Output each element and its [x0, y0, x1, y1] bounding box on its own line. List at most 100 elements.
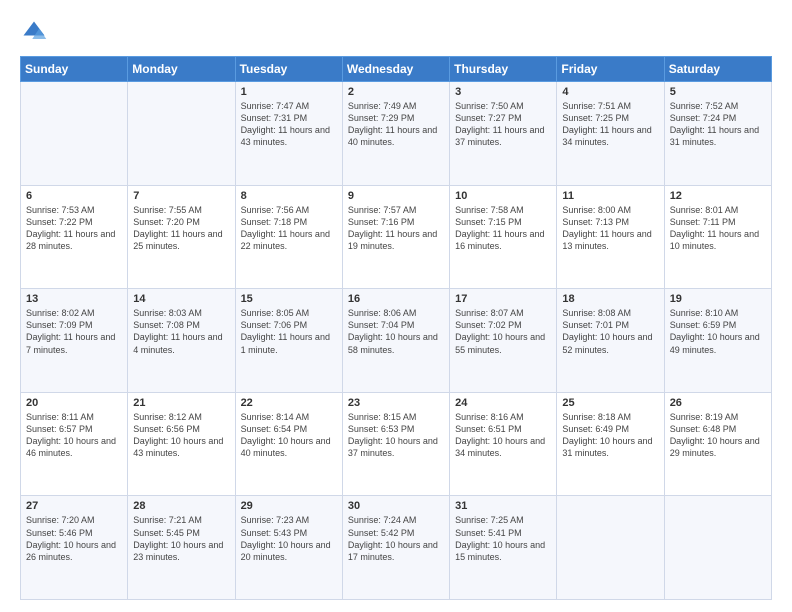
calendar-cell: 15 Sunrise: 8:05 AMSunset: 7:06 PMDayligh…	[235, 289, 342, 393]
calendar-week-row: 27 Sunrise: 7:20 AMSunset: 5:46 PMDayligh…	[21, 496, 772, 600]
calendar-cell: 21 Sunrise: 8:12 AMSunset: 6:56 PMDayligh…	[128, 392, 235, 496]
day-number: 24	[455, 397, 551, 409]
calendar-week-row: 1 Sunrise: 7:47 AMSunset: 7:31 PMDaylight…	[21, 82, 772, 186]
cell-info: Sunrise: 8:12 AMSunset: 6:56 PMDaylight:…	[133, 411, 229, 460]
day-number: 30	[348, 500, 444, 512]
cell-info: Sunrise: 8:03 AMSunset: 7:08 PMDaylight:…	[133, 307, 229, 356]
calendar-cell: 11 Sunrise: 8:00 AMSunset: 7:13 PMDayligh…	[557, 185, 664, 289]
day-number: 22	[241, 397, 337, 409]
cell-info: Sunrise: 8:02 AMSunset: 7:09 PMDaylight:…	[26, 307, 122, 356]
cell-info: Sunrise: 7:24 AMSunset: 5:42 PMDaylight:…	[348, 514, 444, 563]
calendar-cell: 3 Sunrise: 7:50 AMSunset: 7:27 PMDaylight…	[450, 82, 557, 186]
cell-info: Sunrise: 8:19 AMSunset: 6:48 PMDaylight:…	[670, 411, 766, 460]
cell-info: Sunrise: 7:47 AMSunset: 7:31 PMDaylight:…	[241, 100, 337, 149]
calendar-cell: 20 Sunrise: 8:11 AMSunset: 6:57 PMDayligh…	[21, 392, 128, 496]
calendar-cell: 18 Sunrise: 8:08 AMSunset: 7:01 PMDayligh…	[557, 289, 664, 393]
calendar-day-header-thursday: Thursday	[450, 57, 557, 82]
day-number: 28	[133, 500, 229, 512]
calendar-cell: 29 Sunrise: 7:23 AMSunset: 5:43 PMDayligh…	[235, 496, 342, 600]
cell-info: Sunrise: 7:53 AMSunset: 7:22 PMDaylight:…	[26, 204, 122, 253]
calendar-cell	[664, 496, 771, 600]
day-number: 19	[670, 293, 766, 305]
day-number: 18	[562, 293, 658, 305]
day-number: 17	[455, 293, 551, 305]
cell-info: Sunrise: 7:55 AMSunset: 7:20 PMDaylight:…	[133, 204, 229, 253]
page: SundayMondayTuesdayWednesdayThursdayFrid…	[0, 0, 792, 612]
calendar-day-header-wednesday: Wednesday	[342, 57, 449, 82]
cell-info: Sunrise: 8:07 AMSunset: 7:02 PMDaylight:…	[455, 307, 551, 356]
day-number: 31	[455, 500, 551, 512]
calendar-table: SundayMondayTuesdayWednesdayThursdayFrid…	[20, 56, 772, 600]
calendar-cell: 30 Sunrise: 7:24 AMSunset: 5:42 PMDayligh…	[342, 496, 449, 600]
day-number: 8	[241, 190, 337, 202]
day-number: 5	[670, 86, 766, 98]
day-number: 6	[26, 190, 122, 202]
calendar-cell	[557, 496, 664, 600]
cell-info: Sunrise: 7:50 AMSunset: 7:27 PMDaylight:…	[455, 100, 551, 149]
cell-info: Sunrise: 8:15 AMSunset: 6:53 PMDaylight:…	[348, 411, 444, 460]
day-number: 2	[348, 86, 444, 98]
day-number: 3	[455, 86, 551, 98]
day-number: 21	[133, 397, 229, 409]
calendar-cell: 13 Sunrise: 8:02 AMSunset: 7:09 PMDayligh…	[21, 289, 128, 393]
cell-info: Sunrise: 7:51 AMSunset: 7:25 PMDaylight:…	[562, 100, 658, 149]
cell-info: Sunrise: 8:14 AMSunset: 6:54 PMDaylight:…	[241, 411, 337, 460]
cell-info: Sunrise: 7:21 AMSunset: 5:45 PMDaylight:…	[133, 514, 229, 563]
calendar-cell: 24Sunrise: 8:16 AMSunset: 6:51 PMDayligh…	[450, 392, 557, 496]
calendar-day-header-monday: Monday	[128, 57, 235, 82]
logo-icon	[20, 18, 48, 46]
calendar-cell: 7Sunrise: 7:55 AMSunset: 7:20 PMDaylight…	[128, 185, 235, 289]
day-number: 20	[26, 397, 122, 409]
cell-info: Sunrise: 7:57 AMSunset: 7:16 PMDaylight:…	[348, 204, 444, 253]
day-number: 4	[562, 86, 658, 98]
calendar-cell: 9Sunrise: 7:57 AMSunset: 7:16 PMDaylight…	[342, 185, 449, 289]
day-number: 11	[562, 190, 658, 202]
day-number: 27	[26, 500, 122, 512]
cell-info: Sunrise: 8:08 AMSunset: 7:01 PMDaylight:…	[562, 307, 658, 356]
cell-info: Sunrise: 8:11 AMSunset: 6:57 PMDaylight:…	[26, 411, 122, 460]
calendar-cell: 31Sunrise: 7:25 AMSunset: 5:41 PMDayligh…	[450, 496, 557, 600]
day-number: 15	[241, 293, 337, 305]
calendar-cell: 4 Sunrise: 7:51 AMSunset: 7:25 PMDaylight…	[557, 82, 664, 186]
cell-info: Sunrise: 8:01 AMSunset: 7:11 PMDaylight:…	[670, 204, 766, 253]
calendar-cell: 28 Sunrise: 7:21 AMSunset: 5:45 PMDayligh…	[128, 496, 235, 600]
day-number: 23	[348, 397, 444, 409]
header	[20, 18, 772, 46]
calendar-day-header-tuesday: Tuesday	[235, 57, 342, 82]
calendar-cell: 26 Sunrise: 8:19 AMSunset: 6:48 PMDayligh…	[664, 392, 771, 496]
calendar-cell: 22 Sunrise: 8:14 AMSunset: 6:54 PMDayligh…	[235, 392, 342, 496]
day-number: 16	[348, 293, 444, 305]
calendar-day-header-saturday: Saturday	[664, 57, 771, 82]
calendar-cell: 8Sunrise: 7:56 AMSunset: 7:18 PMDaylight…	[235, 185, 342, 289]
day-number: 14	[133, 293, 229, 305]
calendar-week-row: 20 Sunrise: 8:11 AMSunset: 6:57 PMDayligh…	[21, 392, 772, 496]
day-number: 12	[670, 190, 766, 202]
cell-info: Sunrise: 8:00 AMSunset: 7:13 PMDaylight:…	[562, 204, 658, 253]
calendar-cell: 2 Sunrise: 7:49 AMSunset: 7:29 PMDaylight…	[342, 82, 449, 186]
day-number: 29	[241, 500, 337, 512]
cell-info: Sunrise: 8:05 AMSunset: 7:06 PMDaylight:…	[241, 307, 337, 356]
day-number: 10	[455, 190, 551, 202]
day-number: 26	[670, 397, 766, 409]
calendar-cell: 5Sunrise: 7:52 AMSunset: 7:24 PMDaylight…	[664, 82, 771, 186]
calendar-cell	[128, 82, 235, 186]
logo	[20, 18, 52, 46]
calendar-cell: 17 Sunrise: 8:07 AMSunset: 7:02 PMDayligh…	[450, 289, 557, 393]
calendar-week-row: 13 Sunrise: 8:02 AMSunset: 7:09 PMDayligh…	[21, 289, 772, 393]
cell-info: Sunrise: 7:20 AMSunset: 5:46 PMDaylight:…	[26, 514, 122, 563]
calendar-cell	[21, 82, 128, 186]
calendar-week-row: 6 Sunrise: 7:53 AMSunset: 7:22 PMDaylight…	[21, 185, 772, 289]
calendar-day-header-friday: Friday	[557, 57, 664, 82]
cell-info: Sunrise: 7:23 AMSunset: 5:43 PMDaylight:…	[241, 514, 337, 563]
calendar-cell: 12 Sunrise: 8:01 AMSunset: 7:11 PMDayligh…	[664, 185, 771, 289]
day-number: 13	[26, 293, 122, 305]
calendar-day-header-sunday: Sunday	[21, 57, 128, 82]
cell-info: Sunrise: 7:49 AMSunset: 7:29 PMDaylight:…	[348, 100, 444, 149]
calendar-cell: 14 Sunrise: 8:03 AMSunset: 7:08 PMDayligh…	[128, 289, 235, 393]
calendar-header-row: SundayMondayTuesdayWednesdayThursdayFrid…	[21, 57, 772, 82]
calendar-cell: 10Sunrise: 7:58 AMSunset: 7:15 PMDayligh…	[450, 185, 557, 289]
calendar-cell: 19Sunrise: 8:10 AMSunset: 6:59 PMDayligh…	[664, 289, 771, 393]
calendar-cell: 1 Sunrise: 7:47 AMSunset: 7:31 PMDaylight…	[235, 82, 342, 186]
day-number: 1	[241, 86, 337, 98]
calendar-cell: 6 Sunrise: 7:53 AMSunset: 7:22 PMDaylight…	[21, 185, 128, 289]
